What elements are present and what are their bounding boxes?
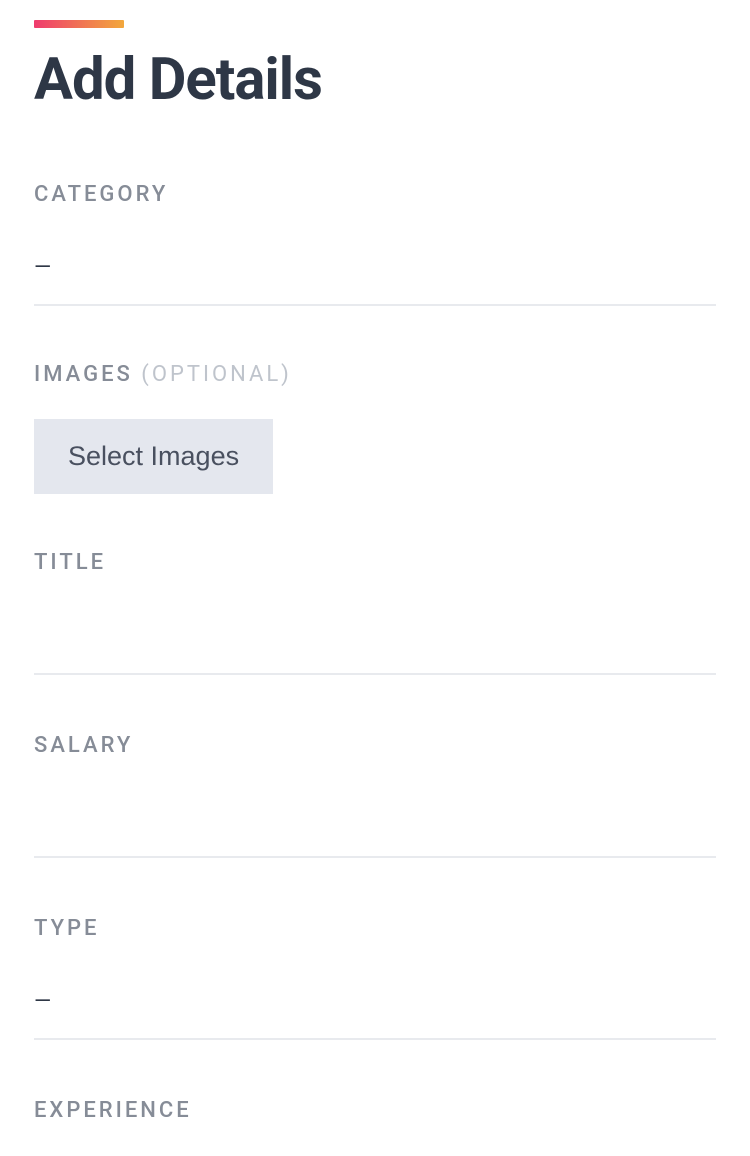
- field-images: IMAGES (OPTIONAL) Select Images: [34, 362, 716, 494]
- form-container: Add Details CATEGORY — IMAGES (OPTIONAL)…: [0, 0, 750, 1123]
- type-select[interactable]: —: [34, 963, 716, 1040]
- accent-bar: [34, 20, 124, 28]
- images-optional-text: (OPTIONAL): [141, 362, 292, 387]
- images-label: IMAGES (OPTIONAL): [34, 362, 716, 387]
- field-type: TYPE —: [34, 916, 716, 1040]
- select-images-button[interactable]: Select Images: [34, 419, 273, 494]
- title-input[interactable]: [34, 597, 716, 675]
- field-title: TITLE: [34, 550, 716, 675]
- type-label: TYPE: [34, 916, 716, 941]
- experience-label: EXPERIENCE: [34, 1098, 716, 1123]
- salary-label: SALARY: [34, 733, 716, 758]
- field-salary: SALARY: [34, 733, 716, 858]
- title-label: TITLE: [34, 550, 716, 575]
- field-category: CATEGORY —: [34, 182, 716, 306]
- category-select[interactable]: —: [34, 229, 716, 306]
- category-label: CATEGORY: [34, 182, 716, 207]
- field-experience: EXPERIENCE: [34, 1098, 716, 1123]
- page-title: Add Details: [34, 46, 716, 114]
- images-label-text: IMAGES: [34, 362, 133, 387]
- salary-input[interactable]: [34, 780, 716, 858]
